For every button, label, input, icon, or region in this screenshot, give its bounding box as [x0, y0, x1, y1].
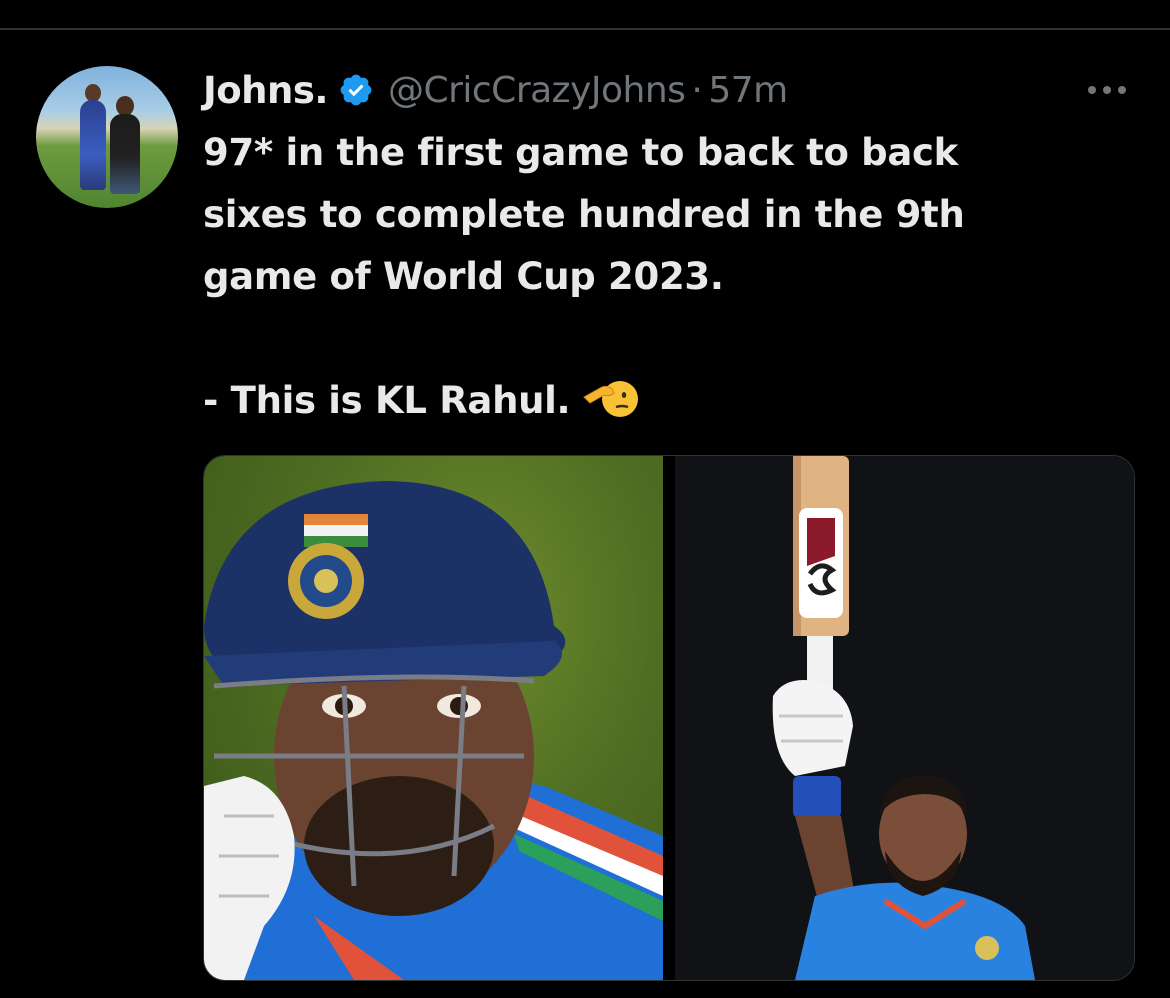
tweet-text-line-5: - This is KL Rahul.: [203, 370, 1103, 432]
author-name[interactable]: Johns.: [203, 69, 328, 112]
tweet-text: 97* in the first game to back to back si…: [203, 122, 1103, 432]
avatar[interactable]: [36, 66, 178, 208]
saluting-face-emoji: [580, 373, 640, 421]
tweet[interactable]: Johns. @CricCrazyJohns · 57m 97* in the …: [0, 0, 1170, 981]
bat-raised-celebration-photo[interactable]: [675, 456, 1134, 980]
separator-dot: ·: [691, 69, 703, 111]
author-handle[interactable]: @CricCrazyJohns: [388, 70, 686, 111]
more-options-icon[interactable]: [1082, 80, 1132, 100]
tweet-time[interactable]: 57m: [708, 70, 788, 111]
tweet-text-line-3: game of World Cup 2023.: [203, 255, 724, 298]
tweet-text-line-1: 97* in the first game to back to back: [203, 131, 958, 174]
tweet-header: Johns. @CricCrazyJohns · 57m: [203, 65, 788, 115]
tweet-text-signoff: - This is KL Rahul.: [203, 379, 571, 422]
tweet-text-line-4: [203, 308, 1103, 370]
verified-badge-icon[interactable]: [338, 72, 374, 108]
tweet-media[interactable]: [203, 455, 1135, 981]
tweet-text-line-2: sixes to complete hundred in the 9th: [203, 193, 965, 236]
helmet-closeup-photo[interactable]: [204, 456, 663, 980]
